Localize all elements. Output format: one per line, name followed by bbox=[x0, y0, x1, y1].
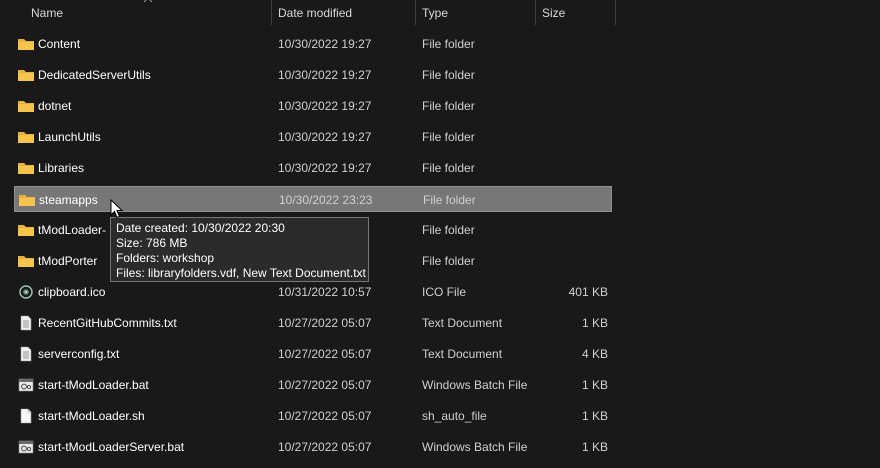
file-size bbox=[542, 187, 609, 213]
folder-icon bbox=[18, 192, 36, 208]
file-row[interactable]: clipboard.ico 10/31/2022 10:57 ICO File 401… bbox=[14, 279, 612, 305]
file-type: File folder bbox=[422, 223, 475, 237]
column-divider[interactable] bbox=[615, 0, 616, 25]
mouse-pointer-icon bbox=[110, 199, 124, 219]
blank-file-icon bbox=[17, 408, 35, 424]
folder-icon bbox=[17, 253, 35, 269]
batch-file-icon bbox=[17, 439, 35, 455]
file-row[interactable]: LaunchUtils 10/30/2022 19:27 File folder bbox=[14, 124, 612, 150]
file-size: 1 KB bbox=[581, 409, 608, 423]
file-type: ICO File bbox=[422, 285, 467, 299]
tooltip-folders: Folders: workshop bbox=[116, 251, 215, 265]
folder-icon bbox=[17, 67, 35, 83]
column-header-bar: Name Date modified Type Size bbox=[0, 0, 880, 25]
file-row[interactable]: start-tModLoader.bat 10/27/2022 05:07 Wind… bbox=[14, 372, 612, 398]
folder-icon bbox=[17, 160, 35, 176]
file-date-modified: 10/27/2022 05:07 bbox=[278, 440, 372, 454]
file-size bbox=[541, 217, 608, 243]
file-size: 401 KB bbox=[568, 285, 608, 299]
file-size bbox=[541, 124, 608, 150]
file-type: sh_auto_file bbox=[422, 409, 487, 423]
file-type: Windows Batch File bbox=[422, 378, 528, 392]
file-type: File folder bbox=[423, 193, 476, 207]
file-size bbox=[541, 62, 608, 88]
file-size: 1 KB bbox=[581, 440, 608, 454]
folder-info-tooltip: Date created: 10/30/2022 20:30 Size: 786… bbox=[110, 217, 369, 282]
file-name: start-tModLoader.bat bbox=[38, 378, 149, 392]
file-name: LaunchUtils bbox=[38, 130, 101, 144]
file-row[interactable]: DedicatedServerUtils 10/30/2022 19:27 File… bbox=[14, 62, 612, 88]
file-row[interactable]: RecentGitHubCommits.txt 10/27/2022 05:07 T… bbox=[14, 310, 612, 336]
file-date-modified: 10/30/2022 23:23 bbox=[279, 193, 373, 207]
file-name: dotnet bbox=[38, 99, 72, 113]
file-name: Libraries bbox=[38, 161, 85, 175]
folder-icon bbox=[17, 222, 35, 238]
column-header-name[interactable]: Name bbox=[31, 0, 63, 25]
file-date-modified: 10/30/2022 19:27 bbox=[278, 130, 372, 144]
file-row[interactable]: dotnet 10/30/2022 19:27 File folder bbox=[14, 93, 612, 119]
file-row[interactable]: Libraries 10/30/2022 19:27 File folder bbox=[14, 155, 612, 181]
file-size: 4 KB bbox=[581, 347, 608, 361]
file-row[interactable]: start-tModLoader.sh 10/27/2022 05:07 sh_au… bbox=[14, 403, 612, 429]
file-name: Content bbox=[38, 37, 81, 51]
file-date-modified: 10/30/2022 19:27 bbox=[278, 99, 372, 113]
ico-file-icon bbox=[17, 284, 35, 300]
column-divider[interactable] bbox=[415, 0, 416, 25]
file-row-selected[interactable]: steamapps 10/30/2022 23:23 File folder bbox=[14, 186, 612, 212]
file-date-modified: 10/27/2022 05:07 bbox=[278, 378, 372, 392]
file-type: File folder bbox=[422, 37, 475, 51]
file-date-modified: 10/30/2022 19:27 bbox=[278, 37, 372, 51]
file-name: DedicatedServerUtils bbox=[38, 68, 151, 82]
file-type: Text Document bbox=[422, 316, 503, 330]
column-divider[interactable] bbox=[535, 0, 536, 25]
file-type: File folder bbox=[422, 130, 475, 144]
file-row[interactable]: serverconfig.txt 10/27/2022 05:07 Text Doc… bbox=[14, 341, 612, 367]
file-type: Windows Batch File bbox=[422, 440, 528, 454]
file-size: 1 KB bbox=[581, 378, 608, 392]
file-date-modified: 10/27/2022 05:07 bbox=[278, 316, 372, 330]
file-row[interactable]: Content 10/30/2022 19:27 File folder bbox=[14, 31, 612, 57]
column-header-type[interactable]: Type bbox=[422, 0, 448, 25]
sort-ascending-icon[interactable] bbox=[143, 0, 153, 4]
file-name: start-tModLoader.sh bbox=[38, 409, 145, 423]
file-row[interactable]: start-tModLoaderServer.bat 10/27/2022 05:… bbox=[14, 434, 612, 460]
text-file-icon bbox=[17, 315, 35, 331]
column-header-date-modified[interactable]: Date modified bbox=[278, 0, 352, 25]
batch-file-icon bbox=[17, 377, 35, 393]
folder-icon bbox=[17, 98, 35, 114]
file-size bbox=[541, 155, 608, 181]
file-name: serverconfig.txt bbox=[38, 347, 120, 361]
file-size bbox=[541, 248, 608, 274]
file-type: File folder bbox=[422, 254, 475, 268]
text-file-icon bbox=[17, 346, 35, 362]
file-type: File folder bbox=[422, 161, 475, 175]
file-type: Text Document bbox=[422, 347, 503, 361]
tooltip-files: Files: libraryfolders.vdf, New Text Docu… bbox=[116, 266, 366, 280]
file-size bbox=[541, 31, 608, 57]
file-date-modified: 10/30/2022 19:27 bbox=[278, 161, 372, 175]
file-type: File folder bbox=[422, 99, 475, 113]
file-name: tModPorter bbox=[38, 254, 98, 268]
file-name: start-tModLoaderServer.bat bbox=[38, 440, 185, 454]
file-name: steamapps bbox=[39, 193, 98, 207]
file-date-modified: 10/30/2022 19:27 bbox=[278, 68, 372, 82]
tooltip-size: Size: 786 MB bbox=[116, 236, 188, 250]
file-name: tModLoader- bbox=[38, 223, 107, 237]
file-date-modified: 10/27/2022 05:07 bbox=[278, 347, 372, 361]
file-date-modified: 10/27/2022 05:07 bbox=[278, 409, 372, 423]
tooltip-date-created: Date created: 10/30/2022 20:30 bbox=[116, 221, 285, 235]
column-header-size[interactable]: Size bbox=[542, 0, 565, 25]
file-size bbox=[541, 93, 608, 119]
file-type: File folder bbox=[422, 68, 475, 82]
file-size: 1 KB bbox=[581, 316, 608, 330]
folder-icon bbox=[17, 129, 35, 145]
column-divider[interactable] bbox=[271, 0, 272, 25]
file-name: RecentGitHubCommits.txt bbox=[38, 316, 177, 330]
file-date-modified: 10/31/2022 10:57 bbox=[278, 285, 372, 299]
folder-icon bbox=[17, 36, 35, 52]
file-name: clipboard.ico bbox=[38, 285, 106, 299]
